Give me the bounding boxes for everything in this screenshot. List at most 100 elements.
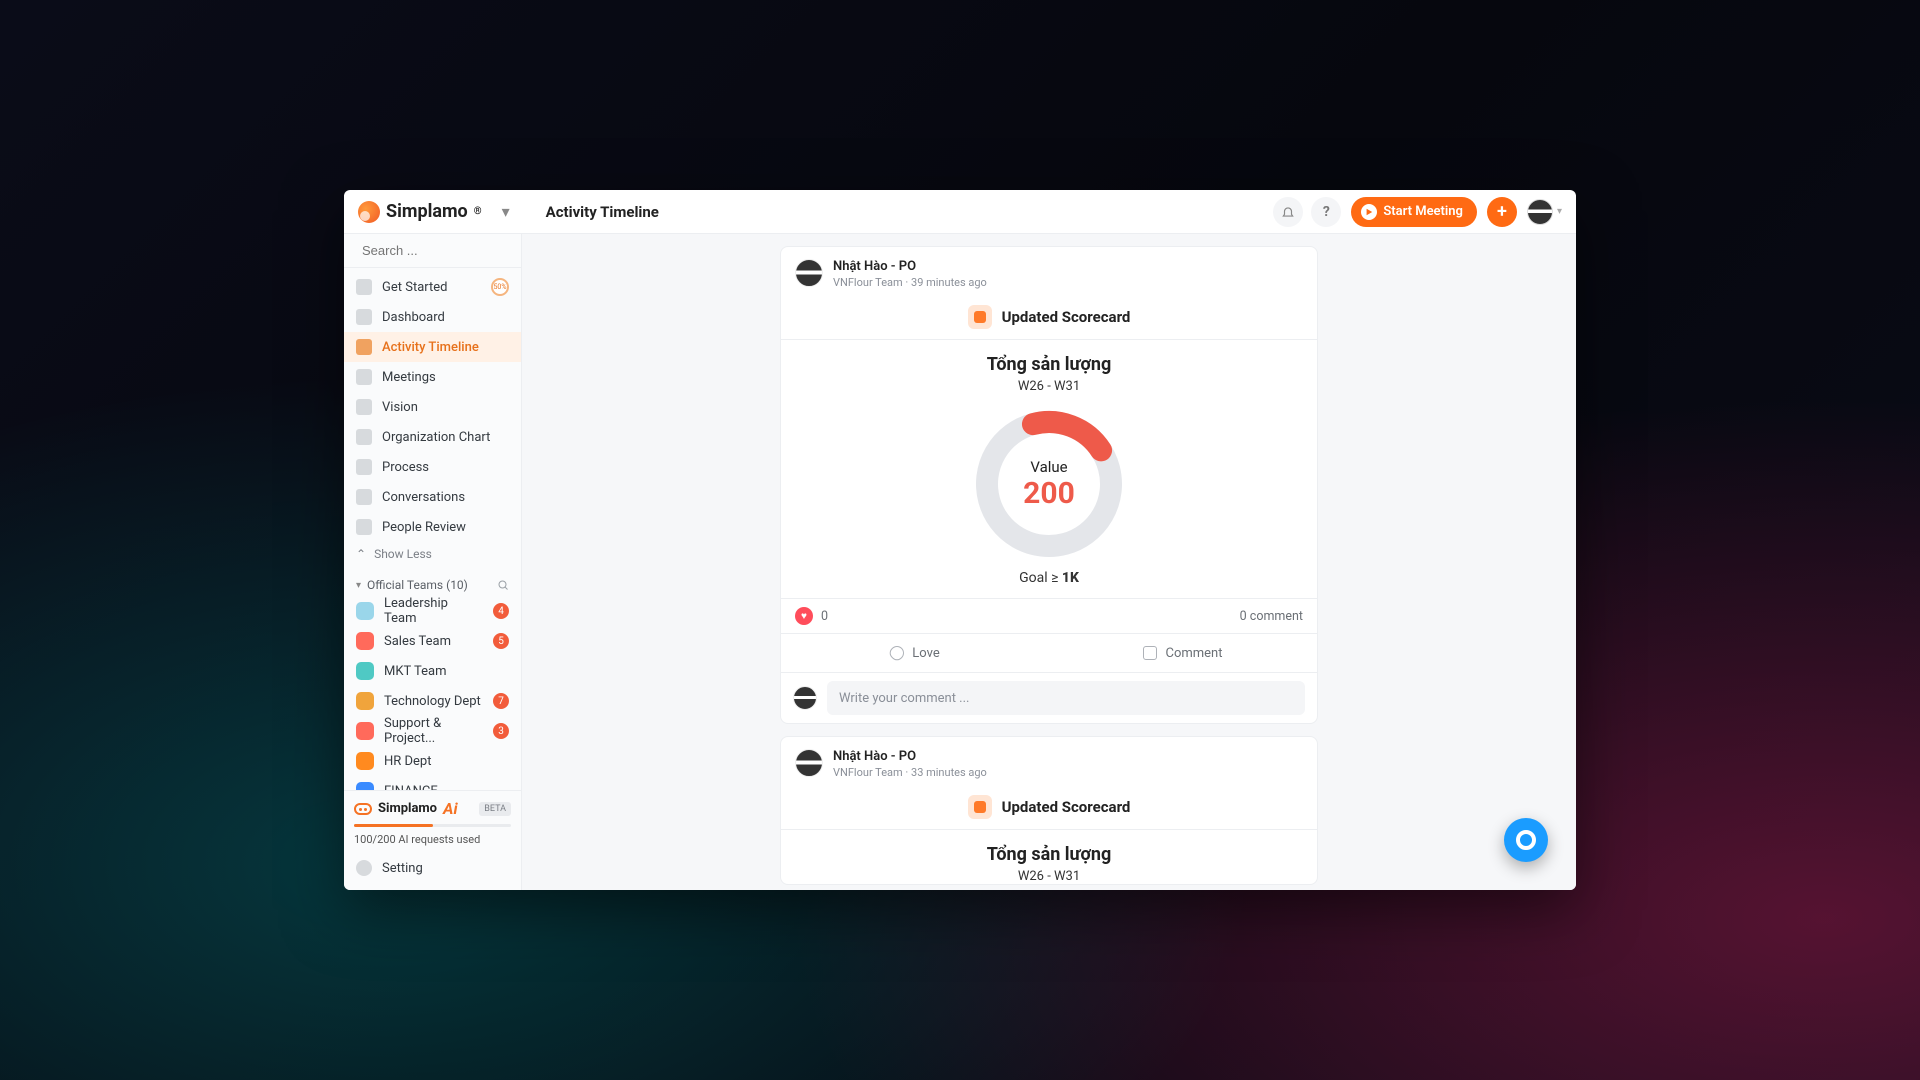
team-badge: 3 — [493, 723, 509, 739]
chevron-down-icon: ▾ — [1557, 206, 1562, 217]
nav-process[interactable]: Process — [344, 452, 521, 482]
nav-dashboard[interactable]: Dashboard — [344, 302, 521, 332]
scorecard-icon — [968, 795, 992, 819]
chat-icon — [356, 489, 372, 505]
nav-label: Get Started — [382, 280, 447, 295]
nav-meetings[interactable]: Meetings — [344, 362, 521, 392]
brand-logo[interactable]: Simplamo® — [358, 201, 482, 223]
search-icon[interactable] — [497, 579, 509, 591]
chat-bubble-icon — [1516, 830, 1536, 850]
nav-label: Meetings — [382, 370, 436, 385]
chevron-down-icon: ▾ — [356, 580, 361, 591]
app-window: Simplamo® ▾ Activity Timeline ? Start Me… — [344, 190, 1576, 890]
ai-usage-text: 100/200 AI requests used — [354, 833, 511, 846]
team-item[interactable]: Leadership Team 4 — [344, 596, 521, 626]
nav-vision[interactable]: Vision — [344, 392, 521, 422]
nav-activity-timeline[interactable]: Activity Timeline — [344, 332, 521, 362]
like-count[interactable]: 0 — [821, 609, 828, 624]
nav-get-started[interactable]: Get Started 50% — [344, 272, 521, 302]
activity-feed[interactable]: Nhật Hào - PO VNFlour Team · 39 minutes … — [522, 234, 1576, 890]
comment-composer: Write your comment ... — [781, 672, 1317, 723]
team-item[interactable]: HR Dept — [344, 746, 521, 776]
progress-badge-icon: 50% — [491, 278, 509, 296]
comment-button[interactable]: Comment — [1049, 634, 1317, 672]
team-icon — [356, 692, 374, 710]
nav-conversations[interactable]: Conversations — [344, 482, 521, 512]
nav-label: Activity Timeline — [382, 340, 479, 355]
card-label: Updated Scorecard — [781, 787, 1317, 829]
teams-header[interactable]: ▾ Official Teams (10) — [344, 570, 521, 596]
card-header: Nhật Hào - PO VNFlour Team · 39 minutes … — [781, 247, 1317, 297]
nav-label: Process — [382, 460, 429, 475]
post-meta: VNFlour Team · 39 minutes ago — [833, 276, 987, 289]
goal-value: 1K — [1062, 570, 1079, 586]
team-badge: 5 — [493, 633, 509, 649]
card-label: Updated Scorecard — [781, 297, 1317, 339]
logo-mark-icon — [358, 201, 380, 223]
value-number: 200 — [1023, 476, 1075, 511]
avatar-icon[interactable] — [795, 749, 823, 777]
metric-title: Tổng sản lượng — [781, 354, 1317, 375]
team-item[interactable]: MKT Team — [344, 656, 521, 686]
team-label: Technology Dept — [384, 694, 481, 709]
gear-icon — [356, 860, 372, 876]
metric-range: W26 - W31 — [781, 379, 1317, 394]
search-row[interactable]: ⌘ K — [344, 234, 521, 268]
chat-fab[interactable] — [1504, 818, 1548, 862]
card-header: Nhật Hào - PO VNFlour Team · 33 minutes … — [781, 737, 1317, 787]
comment-input[interactable]: Write your comment ... — [827, 681, 1305, 715]
team-label: Leadership Team — [384, 596, 483, 626]
page-title: Activity Timeline — [546, 203, 659, 221]
team-item[interactable]: Support & Project... 3 — [344, 716, 521, 746]
notifications-icon[interactable] — [1273, 197, 1303, 227]
brand-name: Simplamo — [386, 201, 468, 222]
teams-list: Leadership Team 4 Sales Team 5 MKT Team … — [344, 596, 521, 790]
heart-icon[interactable]: ♥ — [795, 607, 813, 625]
team-item[interactable]: Technology Dept 7 — [344, 686, 521, 716]
feed-card: Nhật Hào - PO VNFlour Team · 39 minutes … — [780, 246, 1318, 724]
ai-brand-row[interactable]: Simplamo Ai BETA — [354, 799, 511, 818]
card-label-text: Updated Scorecard — [1002, 308, 1131, 326]
avatar-icon[interactable] — [795, 259, 823, 287]
scorecard-icon — [968, 305, 992, 329]
setting-label: Setting — [382, 861, 423, 876]
bulb-icon — [356, 279, 372, 295]
love-button[interactable]: Love — [781, 634, 1049, 672]
team-item[interactable]: Sales Team 5 — [344, 626, 521, 656]
app-body: ⌘ K Get Started 50% Dashboard Acti — [344, 234, 1576, 890]
eye-icon — [356, 399, 372, 415]
avatar-icon — [1527, 199, 1553, 225]
avatar-icon — [793, 686, 817, 710]
help-icon[interactable]: ? — [1311, 197, 1341, 227]
ai-brand: Simplamo — [378, 801, 437, 816]
team-item[interactable]: FINANCE — [344, 776, 521, 790]
team-badge: 4 — [493, 603, 509, 619]
search-input[interactable] — [362, 243, 538, 258]
post-author[interactable]: Nhật Hào - PO — [833, 259, 987, 274]
start-meeting-button[interactable]: Start Meeting — [1351, 197, 1477, 227]
post-meta: VNFlour Team · 33 minutes ago — [833, 766, 987, 779]
team-icon — [356, 782, 374, 790]
create-button[interactable]: + — [1487, 197, 1517, 227]
team-label: Support & Project... — [384, 716, 483, 746]
review-icon — [356, 519, 372, 535]
comment-count[interactable]: 0 comment — [1240, 609, 1303, 624]
beta-badge: BETA — [479, 802, 511, 816]
nav-label: Dashboard — [382, 310, 445, 325]
post-author[interactable]: Nhật Hào - PO — [833, 749, 987, 764]
nav-label: Conversations — [382, 490, 465, 505]
nav-people-review[interactable]: People Review — [344, 512, 521, 542]
nav-setting[interactable]: Setting — [354, 852, 511, 882]
nav-show-less[interactable]: ⌃ Show Less — [344, 542, 521, 566]
team-label: Sales Team — [384, 634, 451, 649]
workspace-switch-caret-icon[interactable]: ▾ — [502, 202, 510, 221]
comment-placeholder: Write your comment ... — [839, 691, 969, 706]
team-label: HR Dept — [384, 754, 432, 769]
play-icon — [1361, 204, 1377, 220]
team-icon — [356, 602, 374, 620]
heart-outline-icon — [887, 643, 907, 663]
user-menu[interactable]: ▾ — [1527, 199, 1562, 225]
nav-org-chart[interactable]: Organization Chart — [344, 422, 521, 452]
love-label: Love — [912, 646, 939, 661]
team-icon — [356, 662, 374, 680]
